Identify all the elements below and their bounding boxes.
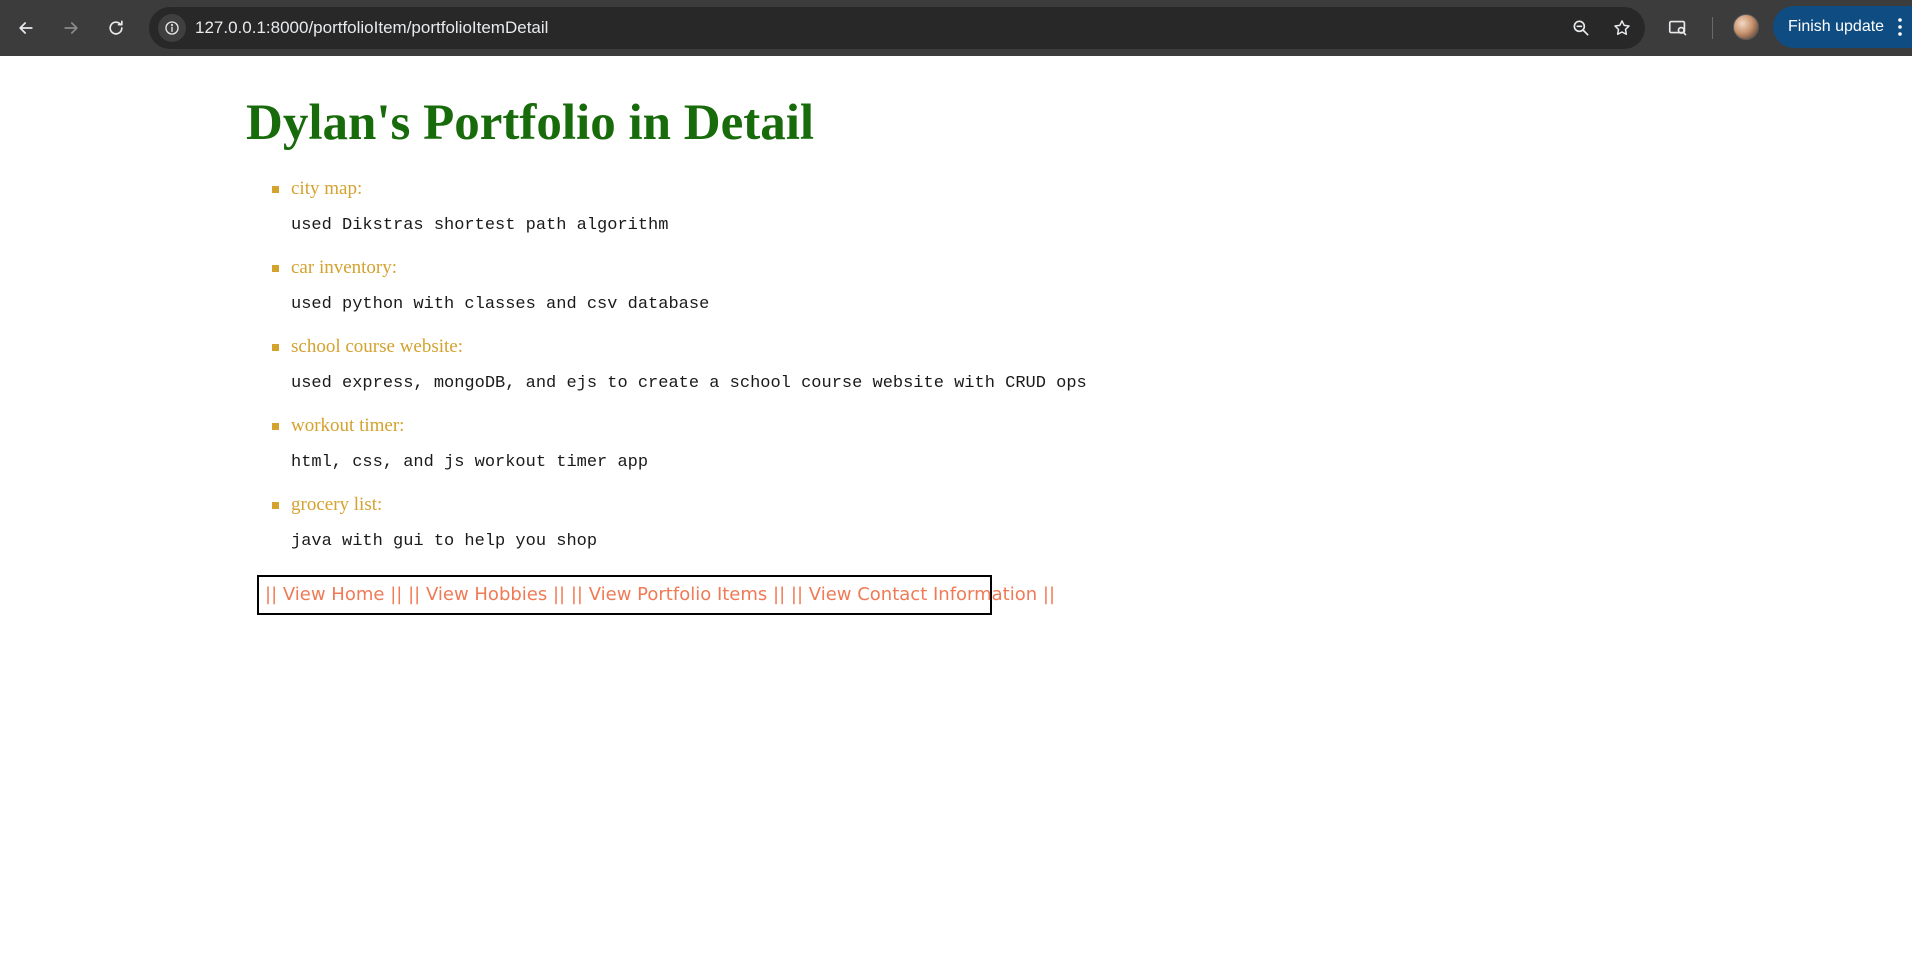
nav-separator: ||	[552, 584, 566, 605]
nav-separator: ||	[408, 584, 421, 605]
nav-separator: ||	[570, 584, 583, 605]
item-name: grocery list:	[291, 494, 383, 515]
forward-button[interactable]	[54, 11, 88, 45]
item-description: java with gui to help you shop	[291, 532, 598, 551]
address-bar[interactable]: 127.0.0.1:8000/portfolioItem/portfolioIt…	[149, 7, 1645, 49]
nav-separator: ||	[773, 584, 786, 605]
nav-separator: ||	[1042, 584, 1056, 605]
view-home-link[interactable]: View Home	[283, 584, 385, 605]
item-name: city map:	[291, 178, 363, 199]
back-button[interactable]	[9, 11, 43, 45]
arrow-right-icon	[64, 22, 78, 34]
zoom-icon[interactable]	[1568, 15, 1594, 41]
bullet-icon	[272, 344, 279, 351]
view-portfolio-items-link[interactable]: View Portfolio Items	[589, 584, 768, 605]
nav-separator: ||	[390, 584, 403, 605]
arrow-left-icon	[19, 22, 33, 34]
item-description: used express, mongoDB, and ejs to create…	[291, 374, 1087, 393]
profile-avatar[interactable]	[1733, 14, 1759, 40]
page-title: Dylan's Portfolio in Detail	[246, 95, 815, 151]
finish-update-label: Finish update	[1788, 18, 1885, 35]
more-menu-icon[interactable]	[1898, 18, 1902, 36]
footer-nav: || View Home || || View Hobbies || || Vi…	[257, 575, 1055, 615]
bullet-icon	[272, 186, 279, 193]
finish-update-button[interactable]: Finish update	[1773, 6, 1912, 48]
bullet-icon	[272, 502, 279, 509]
item-description: used Dikstras shortest path algorithm	[291, 216, 669, 235]
item-name: car inventory:	[291, 257, 398, 278]
reload-icon	[109, 20, 123, 35]
nav-separator: ||	[265, 584, 278, 605]
page-content: Dylan's Portfolio in Detail city map: us…	[0, 56, 1912, 977]
item-name: school course website:	[291, 336, 464, 357]
bullet-icon	[272, 423, 279, 430]
url-text[interactable]: 127.0.0.1:8000/portfolioItem/portfolioIt…	[195, 7, 548, 49]
bookmark-star-icon[interactable]	[1609, 15, 1635, 41]
site-info-icon[interactable]	[158, 14, 186, 42]
view-contact-information-link[interactable]: View Contact Information	[809, 584, 1037, 605]
reading-mode-icon[interactable]	[1664, 14, 1692, 42]
bullet-icon	[272, 265, 279, 272]
item-description: html, css, and js workout timer app	[291, 453, 649, 472]
browser-toolbar: 127.0.0.1:8000/portfolioItem/portfolioIt…	[0, 0, 1912, 56]
view-hobbies-link[interactable]: View Hobbies	[426, 584, 547, 605]
toolbar-divider	[1712, 17, 1713, 39]
nav-separator: ||	[790, 584, 804, 605]
item-name: workout timer:	[291, 415, 405, 436]
reload-button[interactable]	[99, 11, 133, 45]
item-description: used python with classes and csv databas…	[291, 295, 710, 314]
